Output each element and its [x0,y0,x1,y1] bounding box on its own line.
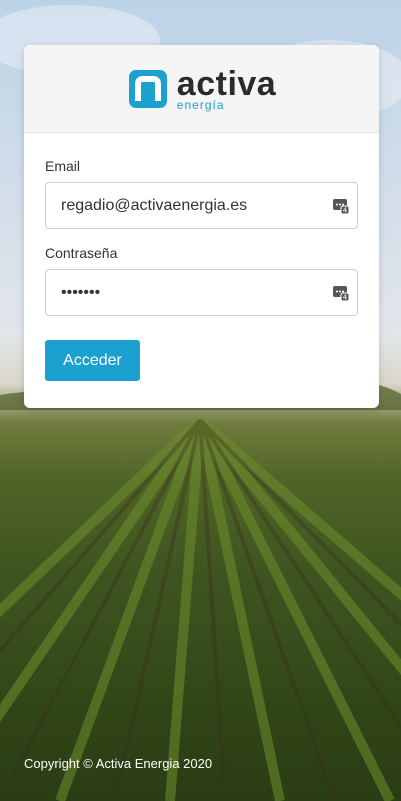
password-label: Contraseña [45,245,118,261]
brand-sub: energía [176,97,225,112]
login-page: activa energía Email 4 [0,0,401,801]
password-manager-icon[interactable]: 4 [332,284,350,307]
password-field-wrapper[interactable]: 4 [45,269,358,316]
svg-text:4: 4 [343,207,348,215]
login-card: activa energía Email 4 [24,45,379,408]
copyright-text: Copyright © Activa Energia 2020 [24,756,213,771]
email-label: Email [45,158,81,174]
email-field[interactable] [61,196,321,215]
login-form: Email 4 Contraseña [24,158,379,381]
password-manager-icon[interactable]: 4 [332,197,350,220]
card-header: activa energía [24,45,379,133]
activa-logo-icon [127,68,169,110]
submit-button[interactable]: Acceder [45,340,140,381]
svg-text:4: 4 [343,294,348,302]
email-field-wrapper[interactable]: 4 [45,182,358,229]
logo-wordmark: activa energía [177,67,276,111]
brand-logo: activa energía [127,67,276,111]
password-field[interactable] [61,283,321,302]
brand-name: activa [176,64,277,103]
